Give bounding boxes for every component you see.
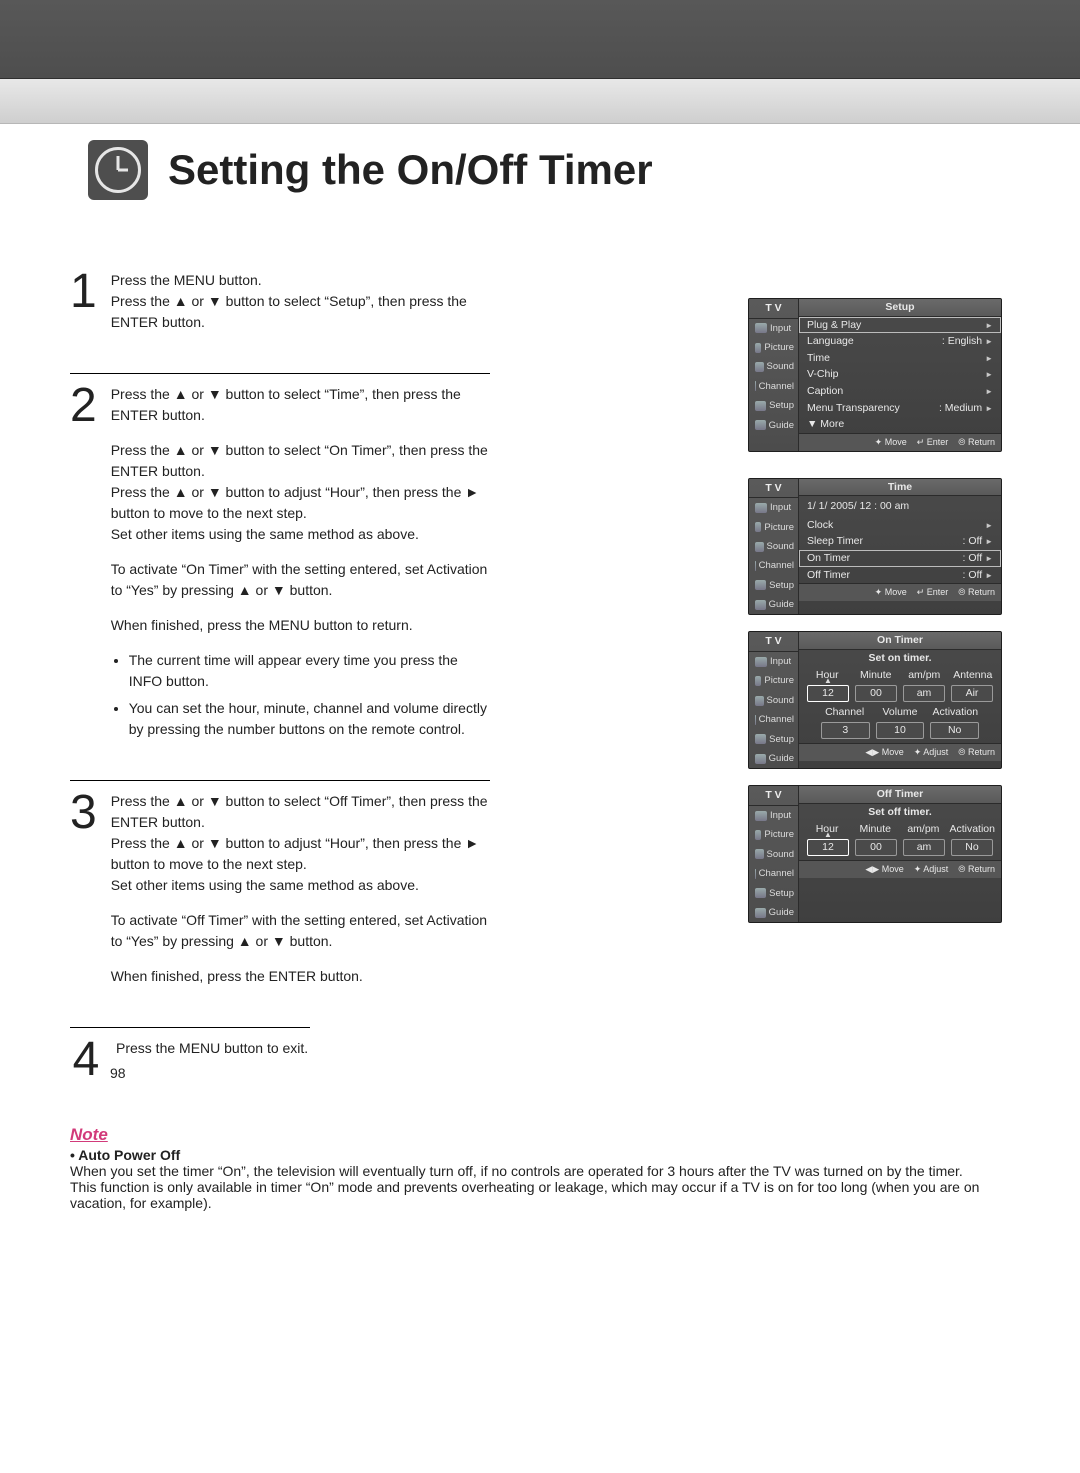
step-text: Press the ▲ or ▼ button to select “On Ti… (111, 440, 490, 545)
step-number: 2 (70, 384, 97, 427)
step-text: Press the MENU button to exit. (116, 1038, 308, 1059)
note-body: When you set the timer “On”, the televis… (70, 1163, 1010, 1211)
osd-time: T V Input Picture Sound Channel Setup Gu… (748, 478, 1002, 616)
osd-datetime: 1/ 1/ 2005/ 12 : 00 am (799, 496, 1001, 517)
osd-title: Setup (799, 299, 1001, 317)
osd-off-timer: T V Input Picture Sound Channel Setup Gu… (748, 785, 1002, 923)
step-text: To activate “On Timer” with the setting … (111, 559, 490, 601)
top-banner (0, 0, 1080, 79)
clock-icon (88, 140, 148, 200)
step-number: 1 (70, 270, 97, 313)
steel-band (0, 79, 1080, 124)
note-block: Note • Auto Power Off When you set the t… (70, 1125, 1010, 1211)
osd-on-timer: T V Input Picture Sound Channel Setup Gu… (748, 631, 1002, 769)
page-title: Setting the On/Off Timer (168, 146, 653, 194)
step-text: Press the MENU button. Press the ▲ or ▼ … (111, 270, 490, 333)
note-subheading: • Auto Power Off (70, 1147, 1010, 1163)
osd-title: On Timer (799, 632, 1001, 650)
step-text: When finished, press the ENTER button. (111, 966, 490, 987)
osd-title: Time (799, 479, 1001, 497)
step-1: 1 Press the MENU button. Press the ▲ or … (70, 260, 490, 373)
step-bullets: The current time will appear every time … (111, 650, 490, 740)
step-number: 3 (70, 791, 97, 834)
osd-title: Off Timer (799, 786, 1001, 804)
osd-setup: T V Input Picture Sound Channel Setup Gu… (748, 298, 1002, 452)
step-number: 4 (70, 1038, 102, 1081)
note-heading: Note (70, 1125, 1010, 1145)
step-4: 4 Press the MENU button to exit. (70, 1027, 310, 1107)
step-text: Press the ▲ or ▼ button to select “Off T… (111, 791, 490, 896)
step-2: 2 Press the ▲ or ▼ button to select “Tim… (70, 373, 490, 780)
step-text: When finished, press the MENU button to … (111, 615, 490, 636)
page-number: 98 (110, 1065, 126, 1081)
step-text: To activate “Off Timer” with the setting… (111, 910, 490, 952)
step-3: 3 Press the ▲ or ▼ button to select “Off… (70, 780, 490, 1027)
step-text: Press the ▲ or ▼ button to select “Time”… (111, 384, 490, 426)
